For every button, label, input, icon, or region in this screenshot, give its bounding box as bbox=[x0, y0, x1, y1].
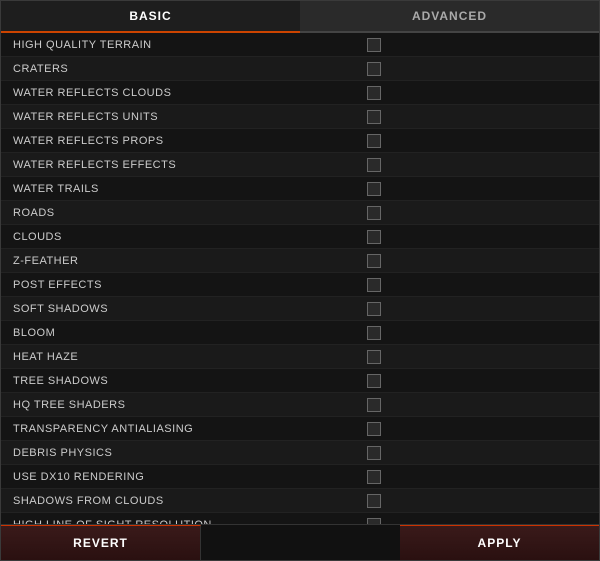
setting-checkbox[interactable] bbox=[367, 422, 381, 436]
setting-checkbox-col bbox=[355, 398, 595, 412]
setting-checkbox-col bbox=[355, 374, 595, 388]
table-row: POST EFFECTS bbox=[1, 273, 599, 297]
table-row: CLOUDS bbox=[1, 225, 599, 249]
setting-checkbox-col bbox=[355, 62, 595, 76]
setting-label: WATER REFLECTS PROPS bbox=[5, 135, 355, 147]
footer-spacer bbox=[201, 525, 400, 560]
revert-label: REVERT bbox=[73, 536, 128, 550]
setting-checkbox[interactable] bbox=[367, 494, 381, 508]
setting-label: WATER REFLECTS EFFECTS bbox=[5, 159, 355, 171]
setting-checkbox-col bbox=[355, 110, 595, 124]
setting-checkbox[interactable] bbox=[367, 62, 381, 76]
table-row: ROADS bbox=[1, 201, 599, 225]
tab-advanced[interactable]: ADVANCED bbox=[300, 1, 599, 33]
apply-label: APPLY bbox=[478, 536, 522, 550]
table-row: WATER REFLECTS UNITS bbox=[1, 105, 599, 129]
table-row: DEBRIS PHYSICS bbox=[1, 441, 599, 465]
setting-checkbox[interactable] bbox=[367, 86, 381, 100]
table-row: HEAT HAZE bbox=[1, 345, 599, 369]
setting-label: WATER REFLECTS UNITS bbox=[5, 111, 355, 123]
setting-label: SOFT SHADOWS bbox=[5, 303, 355, 315]
setting-checkbox-col bbox=[355, 254, 595, 268]
setting-label: DEBRIS PHYSICS bbox=[5, 447, 355, 459]
setting-checkbox-col bbox=[355, 278, 595, 292]
setting-checkbox[interactable] bbox=[367, 134, 381, 148]
setting-label: SHADOWS FROM CLOUDS bbox=[5, 495, 355, 507]
setting-checkbox-col bbox=[355, 422, 595, 436]
setting-checkbox[interactable] bbox=[367, 398, 381, 412]
setting-checkbox-col bbox=[355, 326, 595, 340]
tab-bar: BASIC ADVANCED bbox=[1, 1, 599, 33]
table-row: WATER REFLECTS EFFECTS bbox=[1, 153, 599, 177]
setting-checkbox-col bbox=[355, 206, 595, 220]
setting-checkbox-col bbox=[355, 86, 595, 100]
setting-label: CLOUDS bbox=[5, 231, 355, 243]
table-row: CRATERS bbox=[1, 57, 599, 81]
setting-checkbox[interactable] bbox=[367, 446, 381, 460]
setting-label: WATER REFLECTS CLOUDS bbox=[5, 87, 355, 99]
setting-checkbox[interactable] bbox=[367, 302, 381, 316]
table-row: Z-FEATHER bbox=[1, 249, 599, 273]
setting-label: Z-FEATHER bbox=[5, 255, 355, 267]
setting-checkbox[interactable] bbox=[367, 158, 381, 172]
settings-list[interactable]: HIGH QUALITY TERRAIN CRATERS WATER REFLECT… bbox=[1, 33, 599, 524]
setting-checkbox-col bbox=[355, 134, 595, 148]
setting-checkbox[interactable] bbox=[367, 182, 381, 196]
table-row: WATER REFLECTS PROPS bbox=[1, 129, 599, 153]
table-row: WATER TRAILS bbox=[1, 177, 599, 201]
tab-basic[interactable]: BASIC bbox=[1, 1, 300, 33]
setting-checkbox[interactable] bbox=[367, 470, 381, 484]
setting-checkbox[interactable] bbox=[367, 206, 381, 220]
setting-label: ROADS bbox=[5, 207, 355, 219]
setting-checkbox-col bbox=[355, 446, 595, 460]
setting-label: HIGH QUALITY TERRAIN bbox=[5, 39, 355, 51]
table-row: HIGH LINE OF SIGHT RESOLUTION bbox=[1, 513, 599, 524]
apply-button[interactable]: APPLY bbox=[400, 525, 599, 560]
tab-basic-label: BASIC bbox=[129, 9, 171, 23]
table-row: USE DX10 RENDERING bbox=[1, 465, 599, 489]
table-row: WATER REFLECTS CLOUDS bbox=[1, 81, 599, 105]
setting-checkbox-col bbox=[355, 470, 595, 484]
table-row: TRANSPARENCY ANTIALIASING bbox=[1, 417, 599, 441]
setting-checkbox[interactable] bbox=[367, 350, 381, 364]
setting-label: CRATERS bbox=[5, 63, 355, 75]
setting-checkbox-col bbox=[355, 158, 595, 172]
setting-checkbox[interactable] bbox=[367, 254, 381, 268]
setting-label: USE DX10 RENDERING bbox=[5, 471, 355, 483]
setting-checkbox-col bbox=[355, 302, 595, 316]
setting-checkbox[interactable] bbox=[367, 38, 381, 52]
setting-label: TREE SHADOWS bbox=[5, 375, 355, 387]
table-row: SOFT SHADOWS bbox=[1, 297, 599, 321]
setting-checkbox-col bbox=[355, 230, 595, 244]
setting-checkbox-col bbox=[355, 182, 595, 196]
settings-dialog: BASIC ADVANCED HIGH QUALITY TERRAIN CRATE… bbox=[0, 0, 600, 561]
setting-label: BLOOM bbox=[5, 327, 355, 339]
table-row: HIGH QUALITY TERRAIN bbox=[1, 33, 599, 57]
setting-checkbox-col bbox=[355, 494, 595, 508]
footer: REVERT APPLY bbox=[1, 524, 599, 560]
setting-checkbox[interactable] bbox=[367, 374, 381, 388]
table-row: HQ TREE SHADERS bbox=[1, 393, 599, 417]
table-row: BLOOM bbox=[1, 321, 599, 345]
setting-checkbox-col bbox=[355, 38, 595, 52]
setting-label: HEAT HAZE bbox=[5, 351, 355, 363]
revert-button[interactable]: REVERT bbox=[1, 525, 201, 560]
setting-checkbox[interactable] bbox=[367, 326, 381, 340]
setting-checkbox[interactable] bbox=[367, 110, 381, 124]
tab-advanced-label: ADVANCED bbox=[412, 9, 487, 23]
table-row: TREE SHADOWS bbox=[1, 369, 599, 393]
setting-label: WATER TRAILS bbox=[5, 183, 355, 195]
setting-label: TRANSPARENCY ANTIALIASING bbox=[5, 423, 355, 435]
setting-label: POST EFFECTS bbox=[5, 279, 355, 291]
table-row: SHADOWS FROM CLOUDS bbox=[1, 489, 599, 513]
content-area: HIGH QUALITY TERRAIN CRATERS WATER REFLECT… bbox=[1, 33, 599, 524]
setting-checkbox-col bbox=[355, 350, 595, 364]
setting-label: HQ TREE SHADERS bbox=[5, 399, 355, 411]
setting-checkbox[interactable] bbox=[367, 278, 381, 292]
setting-checkbox[interactable] bbox=[367, 230, 381, 244]
